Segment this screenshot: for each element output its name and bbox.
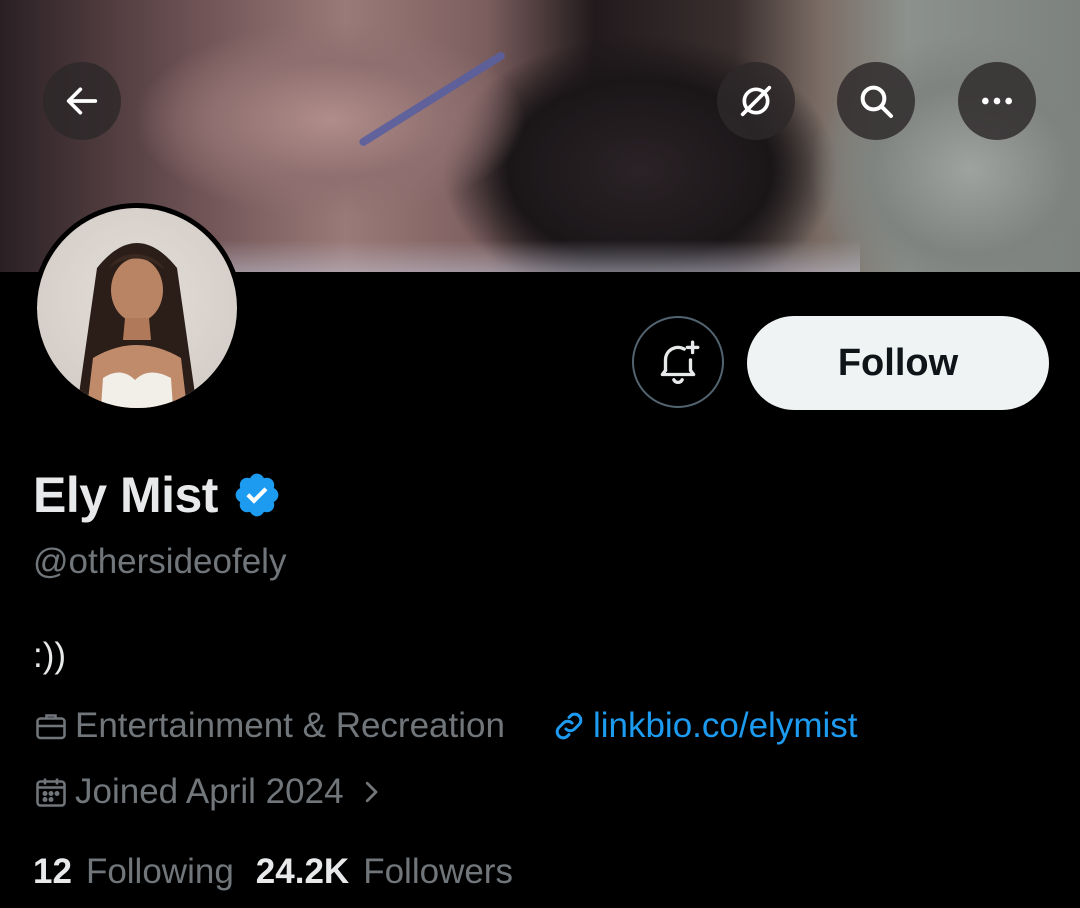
display-name: Ely Mist xyxy=(33,467,218,523)
bio: :)) xyxy=(33,636,67,675)
banner-lace xyxy=(220,240,860,272)
handle: @othersideofely xyxy=(33,542,287,581)
more-button[interactable] xyxy=(958,62,1036,140)
profile-link-text[interactable]: linkbio.co/elymist xyxy=(593,706,858,746)
search-icon xyxy=(860,85,893,118)
name-row: Ely Mist xyxy=(33,466,282,524)
bell-plus-icon xyxy=(660,340,700,385)
verified-badge-icon[interactable] xyxy=(232,470,282,520)
banner-strap xyxy=(357,50,507,148)
followers-count: 24.2K xyxy=(255,852,350,891)
avatar-photo xyxy=(77,243,197,408)
following-link[interactable]: 12 Following xyxy=(33,852,234,892)
link-icon xyxy=(555,712,583,740)
chevron-right-icon xyxy=(365,781,377,803)
search-button[interactable] xyxy=(837,62,915,140)
joined-row[interactable]: Joined April 2024 xyxy=(33,772,386,812)
category-label: Entertainment & Recreation xyxy=(75,706,505,745)
followers-link[interactable]: 24.2K Followers xyxy=(256,852,513,892)
notify-button[interactable] xyxy=(632,316,724,408)
joined-label: Joined April 2024 xyxy=(75,772,344,811)
grok-icon xyxy=(740,85,772,117)
arrow-left-icon xyxy=(66,87,98,115)
back-button[interactable] xyxy=(43,62,121,140)
following-count: 12 xyxy=(33,852,72,891)
follow-button[interactable]: Follow xyxy=(747,316,1049,410)
calendar-icon xyxy=(36,778,66,807)
avatar[interactable] xyxy=(32,203,242,413)
follow-stats: 12 Following 24.2K Followers xyxy=(33,852,513,892)
followers-label: Followers xyxy=(363,852,513,891)
meta-row-category: Entertainment & Recreation linkbio.co/el… xyxy=(33,706,858,746)
briefcase-icon xyxy=(36,714,66,740)
following-label: Following xyxy=(85,852,234,891)
profile-link[interactable]: linkbio.co/elymist xyxy=(551,706,858,746)
more-horizontal-icon xyxy=(982,97,1012,105)
grok-button[interactable] xyxy=(717,62,795,140)
